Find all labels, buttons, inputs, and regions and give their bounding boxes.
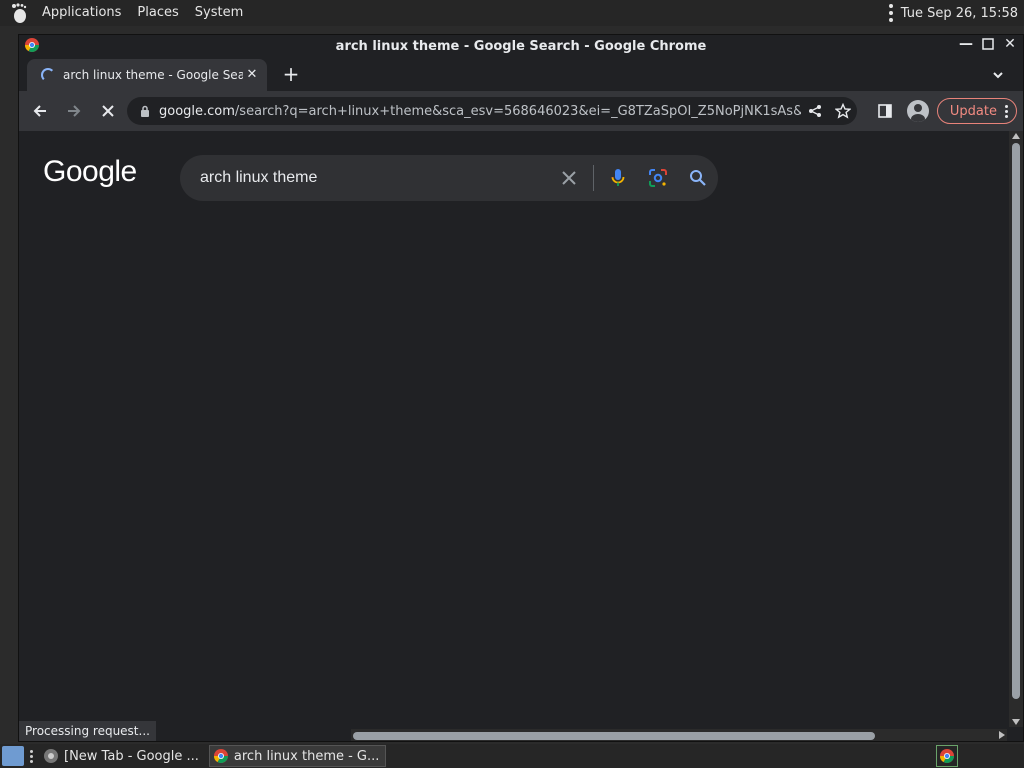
- show-desktop-icon[interactable]: [2, 746, 24, 766]
- url-host: google.com: [159, 103, 235, 119]
- panel-handle-icon: [30, 749, 34, 763]
- scroll-right-arrow-icon[interactable]: [999, 731, 1005, 739]
- chrome-logo-icon: [940, 749, 954, 763]
- address-bar[interactable]: google.com/search?q=arch+linux+theme&sca…: [127, 97, 857, 125]
- back-button[interactable]: [27, 98, 53, 124]
- lock-icon[interactable]: [139, 105, 151, 117]
- browser-toolbar: google.com/search?q=arch+linux+theme&sca…: [19, 91, 1023, 131]
- menu-applications[interactable]: Applications: [34, 0, 129, 26]
- scroll-down-arrow-icon[interactable]: [1012, 719, 1020, 725]
- desktop: Applications Places System Tue Sep 26, 1…: [0, 0, 1024, 768]
- profile-avatar[interactable]: [906, 100, 929, 122]
- tab-active[interactable]: arch linux theme - Google Sea ✕: [27, 59, 267, 91]
- close-window-icon[interactable]: ✕: [1003, 37, 1017, 51]
- scroll-up-arrow-icon[interactable]: [1012, 133, 1020, 139]
- chrome-logo-icon: [213, 749, 228, 763]
- page-content: Google arch linux theme: [19, 131, 1009, 727]
- status-bubble: Processing request...: [19, 721, 156, 741]
- top-panel: Applications Places System Tue Sep 26, 1…: [0, 0, 1024, 26]
- update-label: Update: [949, 103, 997, 119]
- search-input[interactable]: arch linux theme: [180, 169, 549, 187]
- bookmark-star-icon[interactable]: [829, 97, 857, 125]
- workspace-switcher[interactable]: [936, 745, 958, 767]
- tab-title: arch linux theme - Google Sea: [63, 68, 243, 82]
- url-path: /search?q=arch+linux+theme&sca_esv=56864…: [234, 103, 801, 119]
- clock[interactable]: Tue Sep 26, 15:58: [901, 6, 1018, 21]
- chrome-logo-icon: [25, 38, 39, 56]
- clear-search-icon[interactable]: [549, 158, 589, 198]
- loading-spinner-icon: [41, 68, 55, 82]
- taskbar-item-label: arch linux theme - G...: [233, 748, 380, 764]
- tab-close-icon[interactable]: ✕: [243, 66, 261, 84]
- search-box[interactable]: arch linux theme: [180, 155, 718, 201]
- maximize-icon[interactable]: [981, 37, 995, 51]
- search-submit-icon[interactable]: [678, 158, 718, 198]
- search-divider: [593, 165, 594, 191]
- window-title: arch linux theme - Google Search - Googl…: [335, 38, 707, 54]
- chrome-window: arch linux theme - Google Search - Googl…: [18, 34, 1024, 742]
- horizontal-scrollbar[interactable]: [351, 729, 1007, 741]
- taskbar-item-search[interactable]: arch linux theme - G...: [208, 745, 387, 767]
- window-titlebar[interactable]: arch linux theme - Google Search - Googl…: [19, 35, 1023, 57]
- voice-search-icon[interactable]: [598, 158, 638, 198]
- new-tab-button[interactable]: +: [281, 64, 301, 85]
- tab-strip: arch linux theme - Google Sea ✕ +: [19, 57, 1023, 91]
- taskbar-item-newtab[interactable]: [New Tab - Google ...: [40, 745, 205, 767]
- bottom-panel: [New Tab - Google ... arch linux theme -…: [0, 744, 1024, 768]
- update-button[interactable]: Update: [936, 98, 1017, 124]
- tab-search-chevron-icon[interactable]: [991, 67, 1005, 81]
- side-panel-icon[interactable]: [871, 97, 899, 125]
- stop-loading-button[interactable]: [95, 98, 121, 124]
- share-icon[interactable]: [801, 97, 829, 125]
- chrome-menu-icon[interactable]: [1005, 104, 1008, 118]
- url-text[interactable]: google.com/search?q=arch+linux+theme&sca…: [159, 104, 801, 119]
- forward-button[interactable]: [61, 98, 87, 124]
- menu-places[interactable]: Places: [129, 0, 186, 26]
- minimize-icon[interactable]: —: [959, 37, 973, 51]
- gnome-foot-icon[interactable]: [8, 2, 30, 24]
- panel-handle-icon: [888, 4, 893, 22]
- menu-system[interactable]: System: [187, 0, 251, 26]
- lens-search-icon[interactable]: [638, 158, 678, 198]
- taskbar-item-label: [New Tab - Google ...: [64, 748, 199, 764]
- google-logo[interactable]: Google: [43, 155, 137, 189]
- chrome-logo-icon: [44, 749, 58, 763]
- vertical-scrollbar[interactable]: [1009, 131, 1023, 727]
- horizontal-scroll-thumb[interactable]: [353, 732, 875, 740]
- vertical-scroll-thumb[interactable]: [1012, 143, 1020, 699]
